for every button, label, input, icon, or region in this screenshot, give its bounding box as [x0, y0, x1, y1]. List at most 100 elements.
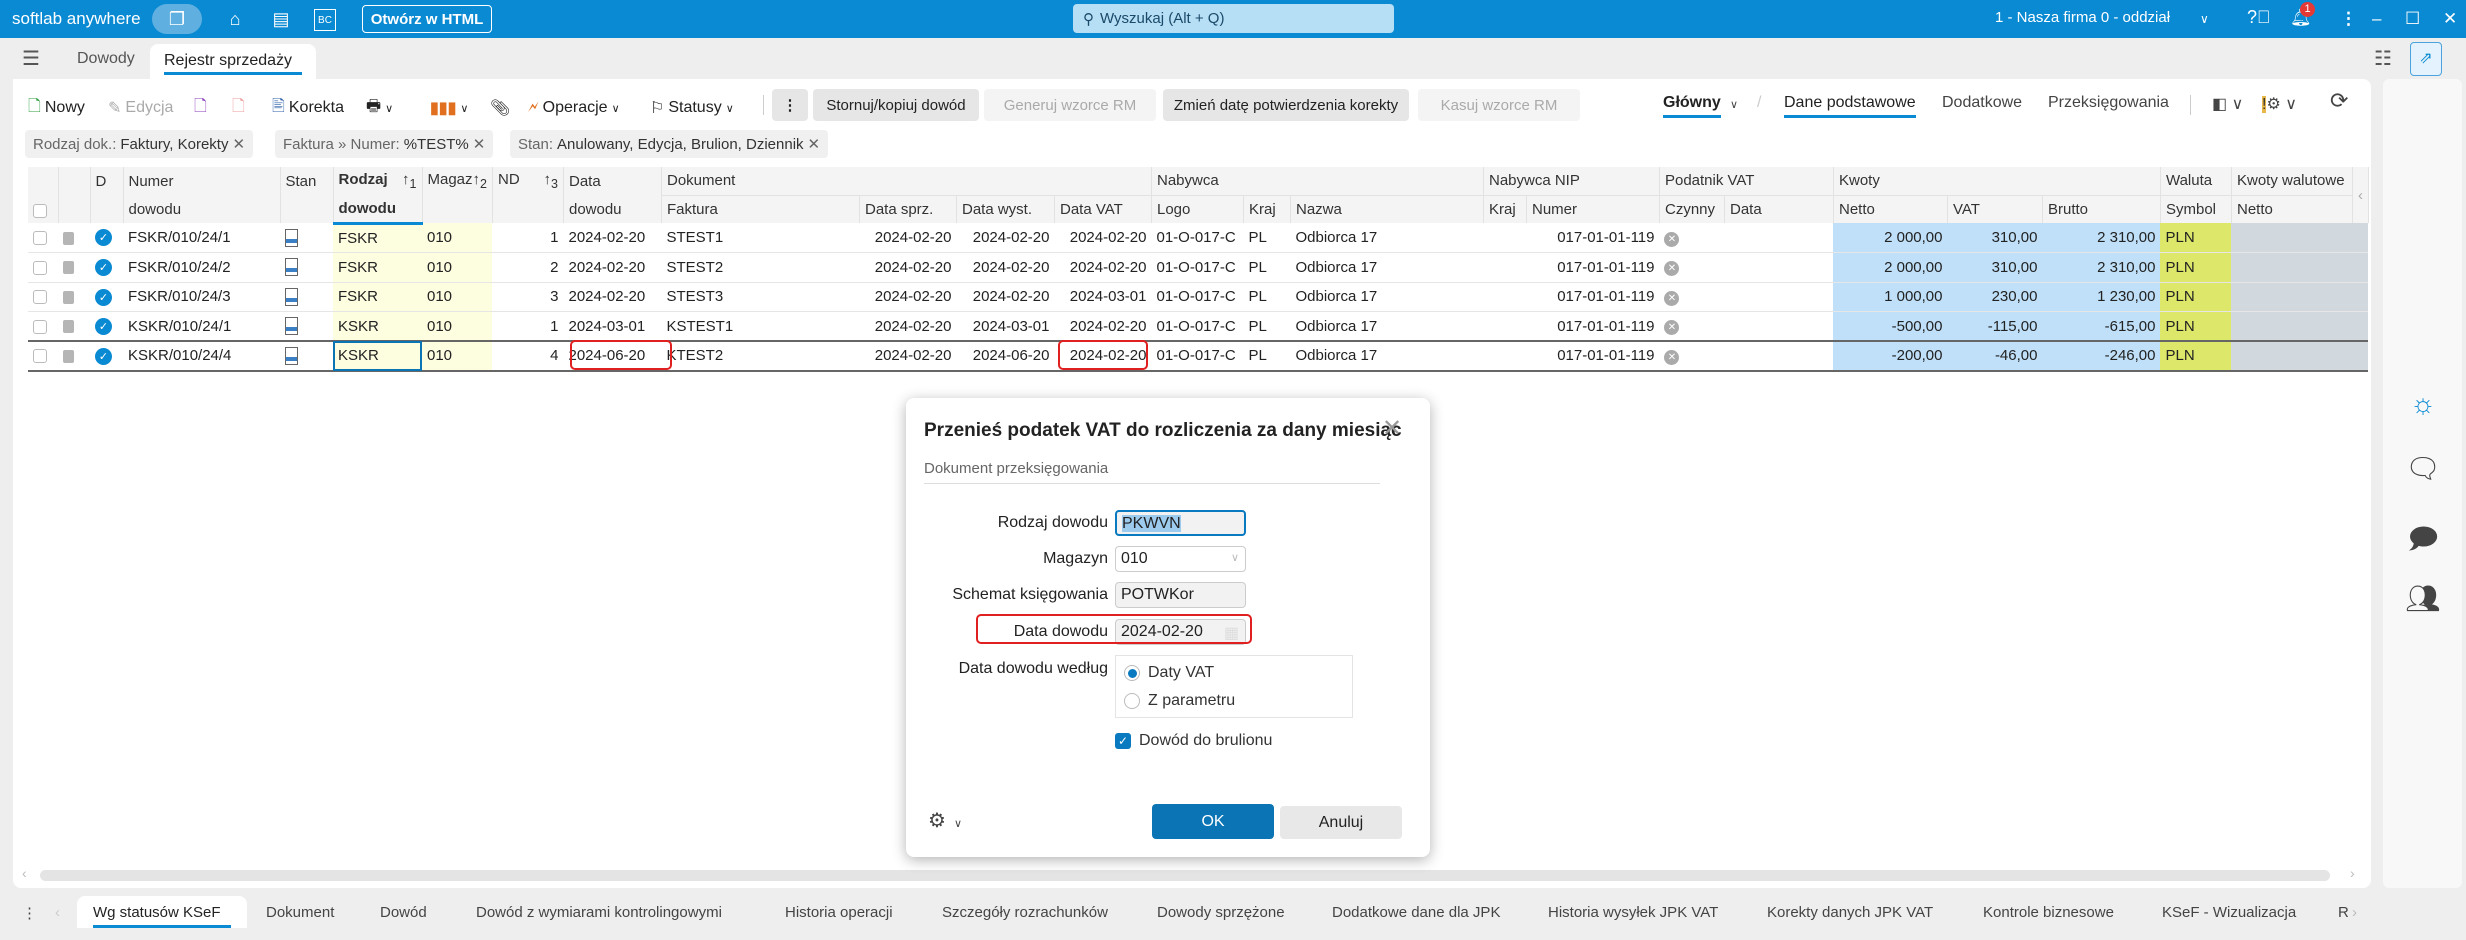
- bottom-tab[interactable]: Korekty danych JPK VAT: [1767, 904, 1933, 921]
- statuses-button[interactable]: ⚐ Statusy ∨: [650, 93, 734, 123]
- draft-checkbox[interactable]: ✓ Dowód do brulionu: [1115, 732, 1272, 750]
- close-icon[interactable]: ✕: [1382, 414, 1402, 443]
- delete-rm-button[interactable]: Kasuj wzorce RM: [1418, 89, 1580, 121]
- col-header-d[interactable]: D: [90, 167, 124, 195]
- tree-list-icon[interactable]: ☷: [2374, 46, 2392, 71]
- col-header-rodzaj[interactable]: Rodzaj ↑1: [333, 167, 423, 195]
- change-confirmation-date-button[interactable]: Zmień datę potwierdzenia korekty: [1163, 89, 1409, 121]
- cell-rodzaj[interactable]: FSKR: [333, 252, 422, 283]
- col-header-data-sprz[interactable]: Data sprz.: [859, 195, 957, 223]
- close-icon[interactable]: ✕: [2443, 9, 2457, 29]
- refresh-icon[interactable]: ⟳: [2330, 88, 2348, 114]
- bottom-tab-ksef-statuses[interactable]: Wg statusów KSeF: [77, 896, 247, 928]
- scroll-left-icon[interactable]: ‹: [22, 865, 27, 881]
- chat-feedback-icon[interactable]: 🗨︎: [2400, 452, 2446, 492]
- table-row[interactable]: ✓ KSKR/010/24/1 KSKR 010 1 2024-03-01 KSTEST1 2…: [28, 311, 2369, 342]
- sort-asc-icon[interactable]: ↑2: [473, 171, 487, 191]
- col-header-data-sub[interactable]: dowodu: [563, 195, 662, 223]
- view-basic-data[interactable]: Dane podstawowe: [1784, 94, 1916, 118]
- charts-button[interactable]: ▮▮▮ ∨: [430, 93, 468, 123]
- col-header-netto[interactable]: Netto: [1833, 195, 1948, 223]
- row-checkbox[interactable]: [28, 340, 58, 372]
- view-rebookings[interactable]: Przeksięgowania: [2048, 94, 2169, 112]
- col-header-nd[interactable]: ND ↑3: [492, 167, 564, 195]
- maximize-icon[interactable]: ☐: [2405, 9, 2420, 29]
- rodzaj-dowodu-input[interactable]: PKWVN: [1115, 510, 1246, 536]
- radio-z-parametru[interactable]: Z parametru: [1124, 692, 1235, 710]
- company-selector[interactable]: 1 - Nasza firma 0 - oddział: [1995, 9, 2170, 26]
- print-button[interactable]: 🖶 ∨: [366, 93, 393, 123]
- view-additional[interactable]: Dodatkowe: [1942, 94, 2022, 112]
- bc-icon[interactable]: BC: [314, 9, 336, 31]
- tab-rejestr-sprzedazy[interactable]: Rejestr sprzedaży: [150, 44, 316, 79]
- filter-chip[interactable]: Rodzaj dok.: Faktury, Korekty ✕: [25, 130, 254, 158]
- magazyn-select[interactable]: 010 ∨: [1115, 546, 1246, 572]
- col-header-rodzaj-sub[interactable]: dowodu: [333, 195, 423, 225]
- cell-rodzaj[interactable]: KSKR: [333, 340, 422, 372]
- col-header-data-wyst[interactable]: Data wyst.: [956, 195, 1055, 223]
- share-icon[interactable]: ⇗: [2410, 42, 2442, 76]
- filter-chip[interactable]: Faktura » Numer: %TEST% ✕: [275, 130, 494, 158]
- bottom-tab[interactable]: Dowód: [380, 904, 427, 921]
- table-row[interactable]: ✓ KSKR/010/24/4 KSKR 010 4 2024-06-20 KTEST2 20…: [28, 340, 2369, 372]
- row-checkbox[interactable]: [28, 311, 58, 342]
- minimize-icon[interactable]: –: [2372, 9, 2381, 29]
- bottom-tab[interactable]: R: [2338, 904, 2348, 921]
- col-header-nazwa[interactable]: Nazwa: [1290, 195, 1484, 223]
- col-header-kraj[interactable]: Kraj: [1243, 195, 1291, 223]
- attachment-icon[interactable]: 📎︎: [490, 93, 510, 123]
- edit-button[interactable]: ✎ Edycja: [108, 93, 173, 123]
- view-main-dropdown[interactable]: Główny: [1663, 94, 1721, 118]
- sort-asc-icon[interactable]: ↑1: [402, 171, 416, 191]
- bottom-tab[interactable]: KSeF - Wizualizacja: [2162, 904, 2296, 921]
- chevron-down-icon[interactable]: ∨: [2200, 12, 2209, 26]
- correction-button[interactable]: 🖹 Korekta: [272, 93, 344, 123]
- lightbulb-icon[interactable]: ☼: [2400, 388, 2446, 428]
- radio-daty-vat[interactable]: Daty VAT: [1124, 664, 1214, 682]
- open-html-button[interactable]: Otwórz w HTML: [362, 5, 492, 33]
- more-actions-icon[interactable]: ⋮: [772, 89, 808, 121]
- cancel-document-icon[interactable]: 🗋: [232, 93, 245, 123]
- bottom-tab[interactable]: Historia wysyłek JPK VAT: [1548, 904, 1718, 921]
- modules-icon[interactable]: ❐: [152, 4, 202, 34]
- col-header-pod-data[interactable]: Data: [1724, 195, 1834, 223]
- col-header-nip-kraj[interactable]: Kraj: [1483, 195, 1527, 223]
- contact-support-icon[interactable]: 👥︎: [2400, 582, 2446, 622]
- select-all-checkbox[interactable]: [28, 167, 59, 223]
- hamburger-menu-icon[interactable]: ☰: [22, 46, 40, 71]
- cell-rodzaj[interactable]: FSKR: [333, 282, 422, 312]
- col-header-numer[interactable]: Numer: [123, 167, 281, 195]
- col-header-faktura[interactable]: Faktura: [661, 195, 860, 223]
- scroll-right-icon[interactable]: ›: [2350, 865, 2355, 881]
- bottom-tabs-right-icon[interactable]: ›: [2352, 904, 2357, 921]
- horizontal-scrollbar[interactable]: [40, 870, 2330, 881]
- reverse-copy-button[interactable]: Stornuj/kopiuj dowód: [813, 89, 979, 121]
- row-checkbox[interactable]: [28, 252, 58, 283]
- panel-toggle-icon[interactable]: ◧ ∨: [2212, 94, 2243, 114]
- bottom-tab[interactable]: Kontrole biznesowe: [1983, 904, 2114, 921]
- bottom-tab[interactable]: Dowód z wymiarami kontrolingowymi: [476, 904, 722, 921]
- home-icon[interactable]: ⌂: [222, 6, 248, 32]
- info-document-icon[interactable]: 🗋: [194, 93, 207, 123]
- chat-help-icon[interactable]: 🗩︎: [2400, 518, 2446, 558]
- cell-rodzaj[interactable]: KSKR: [333, 311, 422, 342]
- cancel-button[interactable]: Anuluj: [1280, 806, 1402, 839]
- bottom-tab[interactable]: Dodatkowe dane dla JPK: [1332, 904, 1500, 921]
- table-row[interactable]: ✓ FSKR/010/24/2 FSKR 010 2 2024-02-20 STEST2 20…: [28, 252, 2369, 283]
- document-list-icon[interactable]: ▤: [268, 6, 294, 32]
- row-checkbox[interactable]: [28, 223, 58, 253]
- remove-filter-icon[interactable]: ✕: [232, 135, 245, 153]
- remove-filter-icon[interactable]: ✕: [473, 135, 486, 153]
- generate-rm-button[interactable]: Generuj wzorce RM: [984, 89, 1156, 121]
- bottom-tab[interactable]: Szczegóły rozrachunków: [942, 904, 1108, 921]
- remove-filter-icon[interactable]: ✕: [808, 135, 821, 153]
- col-header-wal-netto[interactable]: Netto: [2231, 195, 2353, 223]
- help-icon[interactable]: ?⃝: [2247, 7, 2271, 28]
- bottom-tab[interactable]: Dokument: [266, 904, 334, 921]
- col-header-czynny[interactable]: Czynny: [1659, 195, 1725, 223]
- table-row[interactable]: ✓ FSKR/010/24/1 FSKR 010 1 2024-02-20 STEST1 20…: [28, 223, 2369, 253]
- ok-button[interactable]: OK: [1152, 804, 1274, 839]
- col-header-stan[interactable]: Stan: [280, 167, 334, 195]
- col-header-numer-sub[interactable]: dowodu: [123, 195, 281, 223]
- col-header-brutto[interactable]: Brutto: [2042, 195, 2161, 223]
